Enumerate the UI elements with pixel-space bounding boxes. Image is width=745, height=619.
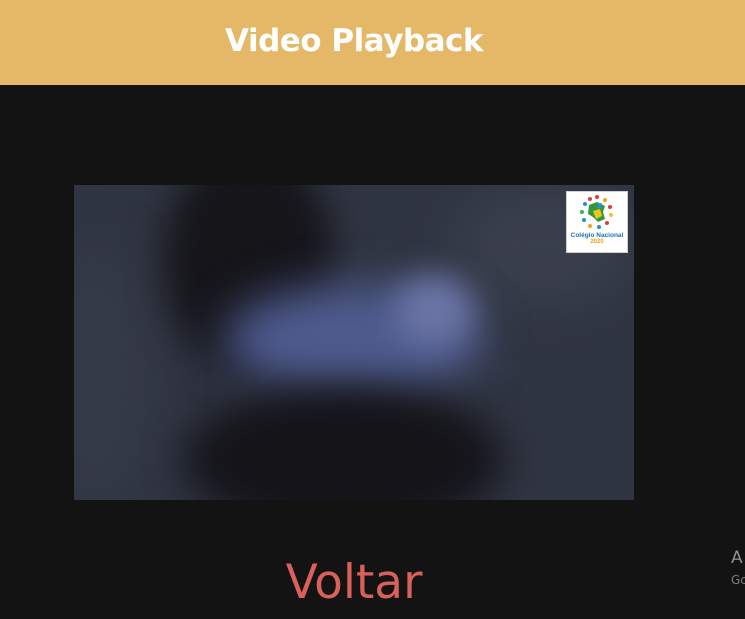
logo-text-year: 2020 bbox=[590, 239, 604, 245]
back-button[interactable]: Voltar bbox=[0, 553, 708, 613]
logo-text-primary: Colégio Nacional bbox=[570, 232, 624, 239]
logo-emblem-icon bbox=[580, 195, 613, 229]
video-player[interactable]: Colégio Nacional 2020 bbox=[74, 185, 634, 500]
page-title: Video Playback bbox=[225, 23, 484, 59]
video-frame-shape bbox=[184, 385, 504, 500]
cutoff-subtext: Gc bbox=[731, 573, 745, 587]
video-frame-shape bbox=[394, 275, 474, 345]
cutoff-text: A bbox=[731, 548, 743, 568]
school-logo-watermark: Colégio Nacional 2020 bbox=[566, 191, 628, 253]
video-frame-shape bbox=[74, 245, 154, 500]
app-header: Video Playback bbox=[0, 0, 745, 85]
